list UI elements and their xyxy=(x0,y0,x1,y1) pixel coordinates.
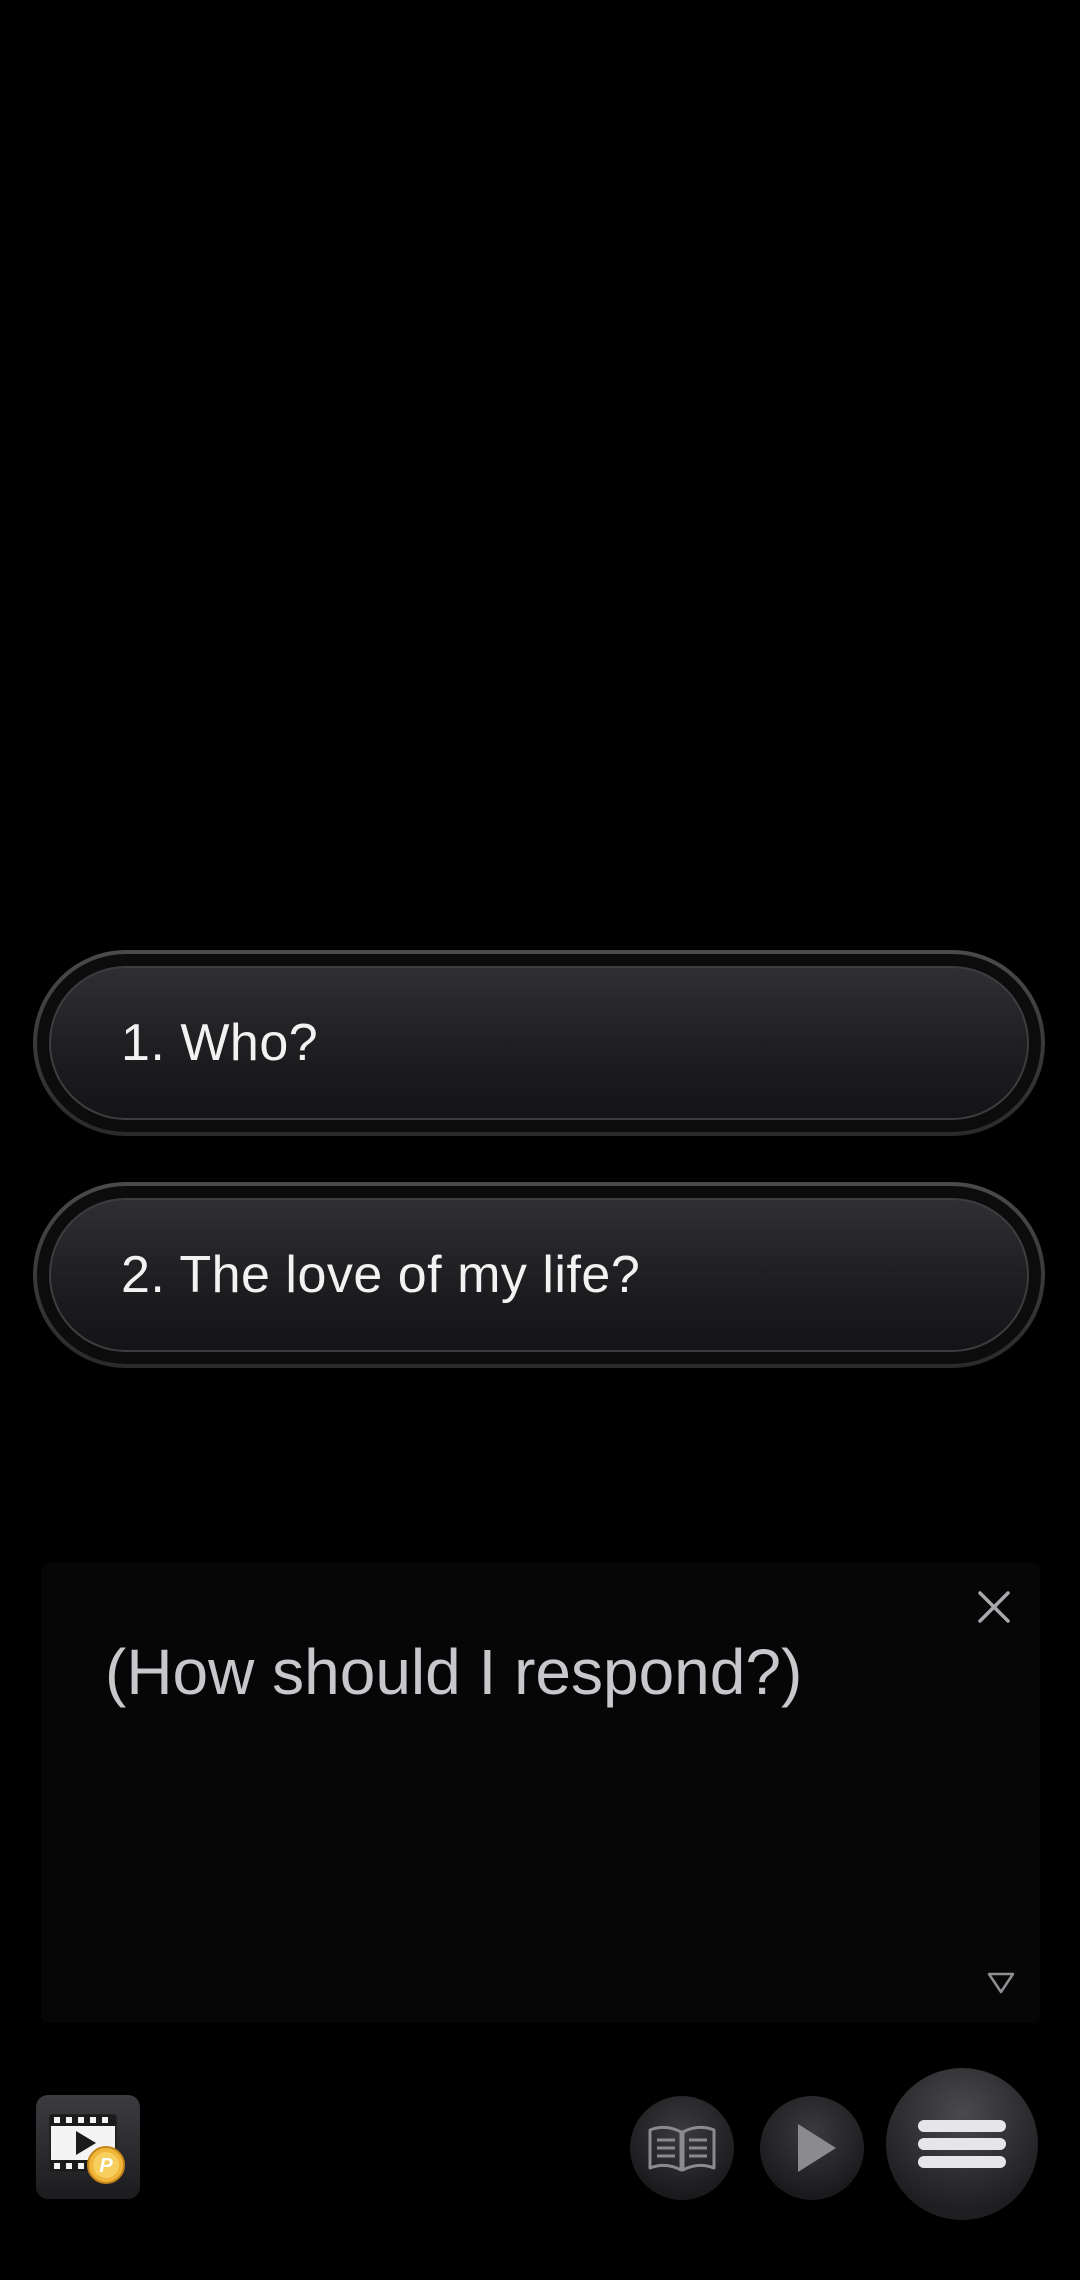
choice-button-2[interactable]: 2. The love of my life? xyxy=(33,1182,1045,1368)
auto-play-button[interactable] xyxy=(760,2096,864,2200)
play-icon xyxy=(798,2124,836,2172)
choice-body: 1. Who? xyxy=(49,966,1029,1120)
svg-text:P: P xyxy=(99,2155,113,2177)
book-icon xyxy=(648,2125,716,2172)
triangle-down-icon xyxy=(986,1971,1016,1995)
choice-frame: 1. Who? xyxy=(37,954,1041,1132)
dialogue-text: (How should I respond?) xyxy=(105,1636,803,1708)
log-button[interactable] xyxy=(630,2096,734,2200)
movie-points-icon: P xyxy=(49,2114,125,2184)
hamburger-menu-icon xyxy=(918,2120,1006,2168)
choice-frame: 2. The love of my life? xyxy=(37,1186,1041,1364)
movie-points-button[interactable]: P xyxy=(36,2095,140,2199)
dialogue-box[interactable]: (How should I respond?) xyxy=(41,1563,1040,2023)
choice-label: 2. The love of my life? xyxy=(121,1246,641,1304)
choice-body: 2. The love of my life? xyxy=(49,1198,1029,1352)
choice-label: 1. Who? xyxy=(121,1014,319,1072)
close-icon[interactable] xyxy=(970,1583,1018,1631)
game-screen: 1. Who? 2. The love of my life? (How sho… xyxy=(0,0,1080,2280)
choice-button-1[interactable]: 1. Who? xyxy=(33,950,1045,1136)
menu-button[interactable] xyxy=(886,2068,1038,2220)
